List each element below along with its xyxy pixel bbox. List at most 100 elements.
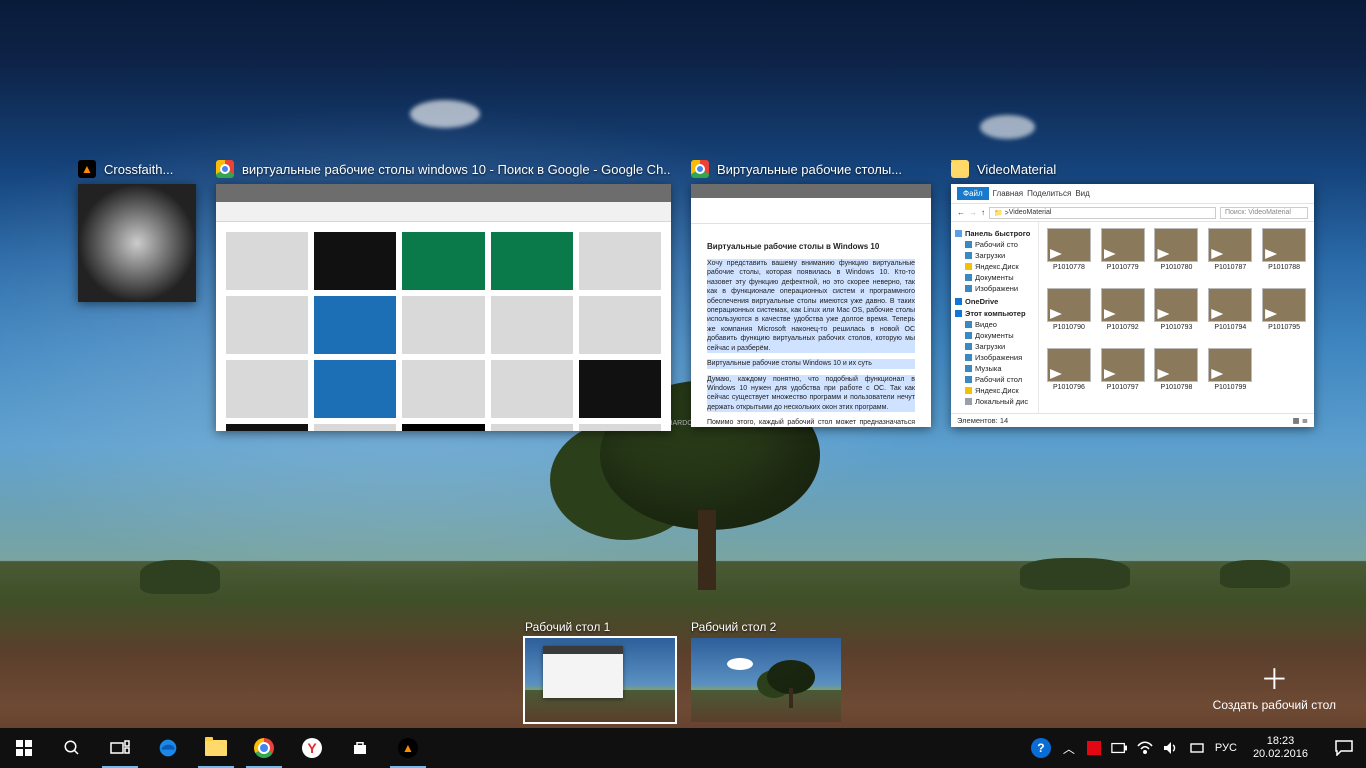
sidebar-item[interactable]: Изображени	[975, 284, 1018, 293]
explorer-search[interactable]: Поиск: VideoMaterial	[1220, 207, 1308, 219]
task-view-button[interactable]	[96, 728, 144, 768]
file-item[interactable]: P1010790	[1043, 288, 1095, 344]
file-thumb	[1047, 288, 1091, 322]
virtual-desktop-2[interactable]: Рабочий стол 2	[691, 620, 841, 722]
view-icons[interactable]: ▦ ≣	[1293, 416, 1308, 425]
action-center-button[interactable]	[1322, 728, 1366, 768]
taskbar-clock[interactable]: 18:23 20.02.2016	[1247, 735, 1314, 760]
file-item[interactable]: P1010787	[1204, 228, 1256, 284]
cloud	[980, 115, 1035, 139]
taskbar-app-chrome[interactable]	[240, 728, 288, 768]
file-name: P1010790	[1053, 324, 1085, 331]
window-thumbnail[interactable]: POST-HARDCORE.RU	[78, 184, 196, 302]
file-item[interactable]: P1010796	[1043, 348, 1095, 404]
file-thumb	[1154, 288, 1198, 322]
chrome-icon	[691, 160, 709, 178]
virtual-desktop-label: Рабочий стол 2	[691, 620, 841, 634]
folder-icon	[205, 740, 227, 756]
file-item[interactable]: P1010792	[1097, 288, 1149, 344]
taskbar-app-explorer[interactable]	[192, 728, 240, 768]
nav-back-icon[interactable]: ←	[957, 208, 965, 217]
sidebar-item[interactable]: Яндекс.Диск	[975, 262, 1019, 271]
tray-chevron-icon[interactable]: ︿	[1061, 740, 1077, 756]
file-thumb	[1101, 288, 1145, 322]
file-item[interactable]: P1010780	[1151, 228, 1203, 284]
address-path[interactable]: 📁 > VideoMaterial	[989, 207, 1216, 219]
help-icon[interactable]: ?	[1031, 738, 1051, 758]
file-thumb	[1047, 348, 1091, 382]
volume-icon[interactable]	[1163, 740, 1179, 756]
sidebar-item[interactable]: Загрузки	[975, 251, 1005, 260]
sidebar-onedrive[interactable]: OneDrive	[965, 297, 998, 306]
window-aimp[interactable]: ▲ Crossfaith... POST-HARDCORE.RU	[78, 160, 196, 302]
store-icon	[351, 739, 369, 757]
search-button[interactable]	[48, 728, 96, 768]
taskbar-app-edge[interactable]	[144, 728, 192, 768]
sidebar-item[interactable]: Музыка	[975, 364, 1002, 373]
ribbon-file[interactable]: Файл	[957, 187, 989, 200]
sidebar-item[interactable]: Документы	[975, 331, 1014, 340]
window-google-docs[interactable]: Виртуальные рабочие столы... Виртуальные…	[691, 160, 931, 427]
virtual-desktop-1[interactable]: Рабочий стол 1	[525, 620, 675, 722]
file-item[interactable]: P1010798	[1151, 348, 1203, 404]
window-chrome-search[interactable]: виртуальные рабочие столы windows 10 - П…	[216, 160, 671, 431]
sidebar-item[interactable]: Видео	[975, 320, 997, 329]
file-name: P1010787	[1214, 264, 1246, 271]
sidebar-item[interactable]: Яндекс.Диск	[975, 386, 1019, 395]
nav-fwd-icon[interactable]: →	[969, 208, 977, 217]
ribbon-share[interactable]: Поделиться	[1027, 189, 1071, 198]
sidebar-item[interactable]: Рабочий стол	[975, 375, 1022, 384]
edge-icon	[158, 738, 178, 758]
taskbar: Y ▲ ? ︿ РУС 18:23 20.02.2016	[0, 728, 1366, 768]
sidebar-item[interactable]: Локальный дис	[975, 397, 1028, 406]
file-thumb	[1047, 228, 1091, 262]
sidebar-item[interactable]: Документы	[975, 273, 1014, 282]
sidebar-quick-access[interactable]: Панель быстрого	[965, 229, 1030, 238]
cloud	[410, 100, 480, 128]
file-item[interactable]: P1010779	[1097, 228, 1149, 284]
explorer-statusbar: Элементов: 14 ▦ ≣	[951, 413, 1314, 427]
input-indicator-icon[interactable]	[1189, 740, 1205, 756]
search-icon	[63, 739, 81, 757]
taskbar-app-yandex[interactable]: Y	[288, 728, 336, 768]
explorer-ribbon: Файл Главная Поделиться Вид	[951, 184, 1314, 204]
virtual-desktop-preview[interactable]	[691, 638, 841, 722]
sidebar-item[interactable]: Загрузки	[975, 342, 1005, 351]
wifi-icon[interactable]	[1137, 740, 1153, 756]
virtual-desktops-strip: Рабочий стол 1 Рабочий стол 2	[0, 604, 1366, 722]
sidebar-item[interactable]: Изображения	[975, 353, 1022, 362]
notification-icon	[1335, 740, 1353, 756]
file-name: P1010793	[1161, 324, 1193, 331]
taskbar-app-store[interactable]	[336, 728, 384, 768]
window-thumbnail[interactable]: Windows 10	[216, 184, 671, 431]
new-desktop-button[interactable]: ＋ Создать рабочий стол	[1213, 666, 1336, 712]
window-thumbnail[interactable]: Файл Главная Поделиться Вид ← → ↑ 📁 > Vi…	[951, 184, 1314, 427]
clock-time: 18:23	[1253, 735, 1308, 748]
sidebar-item[interactable]: Рабочий сто	[975, 240, 1018, 249]
file-item[interactable]: P1010793	[1151, 288, 1203, 344]
gdoc-paragraph: Думаю, каждому понятно, что подобный фун…	[707, 375, 915, 413]
avira-icon[interactable]	[1087, 741, 1101, 755]
ribbon-view[interactable]: Вид	[1075, 189, 1089, 198]
window-thumbnail[interactable]: Виртуальные рабочие столы в Windows 10 Х…	[691, 184, 931, 427]
file-item[interactable]: P1010794	[1204, 288, 1256, 344]
image-search-grid: Windows 10	[226, 232, 661, 425]
language-indicator[interactable]: РУС	[1215, 742, 1237, 754]
window-explorer[interactable]: VideoMaterial Файл Главная Поделиться Ви…	[951, 160, 1314, 427]
file-thumb	[1208, 228, 1252, 262]
start-button[interactable]	[0, 728, 48, 768]
battery-icon[interactable]	[1111, 740, 1127, 756]
file-item[interactable]: P1010799	[1204, 348, 1256, 404]
file-item[interactable]: P1010778	[1043, 228, 1095, 284]
file-item[interactable]: P1010797	[1097, 348, 1149, 404]
gdoc-paragraph: Хочу представить вашему вниманию функцию…	[707, 259, 915, 353]
file-name: P1010797	[1107, 384, 1139, 391]
file-item[interactable]: P1010795	[1258, 288, 1310, 344]
file-thumb	[1101, 348, 1145, 382]
virtual-desktop-preview[interactable]	[525, 638, 675, 722]
sidebar-thispc[interactable]: Этот компьютер	[965, 309, 1026, 318]
file-item[interactable]: P1010788	[1258, 228, 1310, 284]
taskbar-app-aimp[interactable]: ▲	[384, 728, 432, 768]
ribbon-home[interactable]: Главная	[993, 189, 1023, 198]
nav-up-icon[interactable]: ↑	[981, 208, 985, 217]
